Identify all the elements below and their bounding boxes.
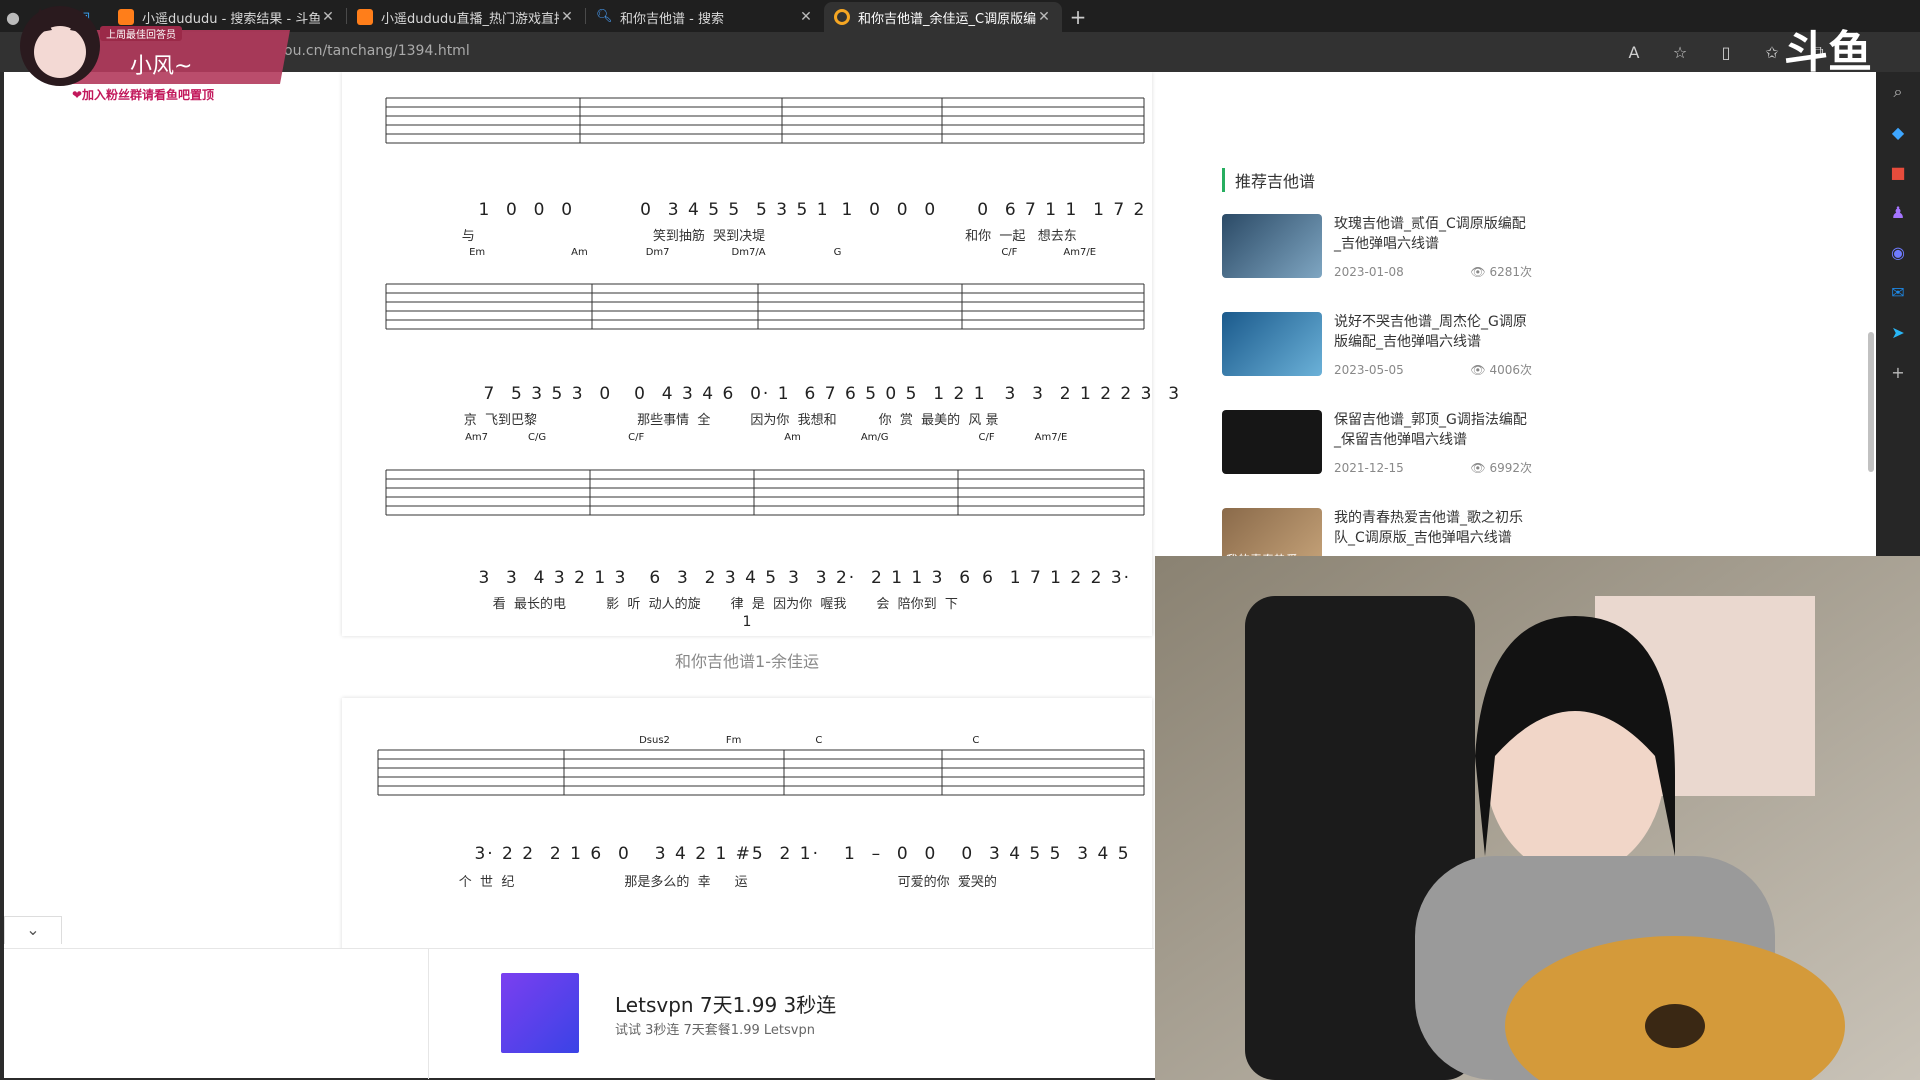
collapse-ad-button[interactable]: ⌄ — [4, 916, 62, 944]
recommend-date: 2021-12-15 — [1334, 461, 1404, 475]
toolbox-icon[interactable]: ■ — [1876, 152, 1920, 192]
recommend-item-title[interactable]: 保留吉他谱_郭顶_G调指法编配_保留吉他弹唱六线谱 — [1334, 410, 1532, 450]
douyu-logo: 斗鱼 — [1784, 16, 1872, 80]
ad-subtitle: 试试 3秒连 7天套餐1.99 Letsvpn — [615, 1023, 815, 1038]
favorites-icon[interactable]: ✩ — [1760, 40, 1784, 64]
streamer-camera — [1155, 556, 1920, 1080]
tag-icon[interactable]: ◆ — [1876, 112, 1920, 152]
thumbnail[interactable] — [1222, 214, 1322, 278]
recommend-item-title[interactable]: 我的青春热爱吉他谱_歌之初乐队_C调原版_吉他弹唱六线谱 — [1334, 508, 1532, 548]
recommend-item[interactable]: 玫瑰吉他谱_贰佰_C调原版编配_吉他弹唱六线谱 2023-01-08 👁 6281… — [1222, 214, 1532, 292]
tab-title: 和你吉他谱 - 搜索 — [620, 11, 724, 27]
page-scrollbar[interactable] — [1868, 332, 1874, 472]
add-icon[interactable]: + — [1876, 352, 1920, 392]
send-icon[interactable]: ➤ — [1876, 312, 1920, 352]
recommend-item[interactable]: 说好不哭吉他谱_周杰伦_G调原版编配_吉他弹唱六线谱 2023-05-05 👁 4… — [1222, 312, 1532, 390]
recommend-title: 推荐吉他谱 — [1222, 168, 1532, 192]
ad-logo-icon[interactable] — [501, 973, 579, 1053]
recommend-item-title[interactable]: 说好不哭吉他谱_周杰伦_G调原版编配_吉他弹唱六线谱 — [1334, 312, 1532, 352]
ad-panel[interactable]: Letsvpn 7天1.99 3秒连 试试 3秒连 7天套餐1.99 Letsv… — [428, 949, 1154, 1079]
view-count-value: 4006次 — [1489, 363, 1532, 377]
view-count-value: 6992次 — [1489, 461, 1532, 475]
streamer-name: 小风~ — [130, 54, 193, 79]
copilot-icon[interactable]: ◉ — [1876, 232, 1920, 272]
thumbnail[interactable] — [1222, 312, 1322, 376]
view-count-value: 6281次 — [1489, 265, 1532, 279]
camera-frame — [1155, 556, 1920, 1080]
tab-title: 小遥dududu直播_热门游戏直播_ — [381, 11, 559, 27]
close-tab-icon[interactable]: ✕ — [559, 9, 575, 25]
badge-subtitle: ❤加入粉丝群请看鱼吧置顶 — [72, 88, 215, 102]
logo-text: 斗鱼 — [1784, 27, 1872, 78]
view-count: 👁 6992次 — [1470, 461, 1532, 475]
url-field[interactable]: ou.cn/tanchang/1394.html — [284, 43, 470, 59]
recommend-item-title[interactable]: 玫瑰吉他谱_贰佰_C调原版编配_吉他弹唱六线谱 — [1334, 214, 1532, 254]
tab-notation — [385, 97, 1145, 516]
thumbnail[interactable] — [1222, 410, 1322, 474]
recommend-item[interactable]: 保留吉他谱_郭顶_G调指法编配_保留吉他弹唱六线谱 2021-12-15 👁 69… — [1222, 410, 1532, 488]
games-icon[interactable]: ♟ — [1876, 192, 1920, 232]
tab-douyu-live[interactable]: 小遥dududu直播_热门游戏直播_ ✕ — [347, 2, 585, 32]
streamer-badge: 上周最佳回答员 小风~ ❤加入粉丝群请看鱼吧置顶 — [0, 0, 300, 104]
view-count: 👁 4006次 — [1470, 363, 1532, 377]
tab-bing-search[interactable]: 🔍︎ 和你吉他谱 - 搜索 ✕ — [586, 2, 824, 32]
ad-title[interactable]: Letsvpn 7天1.99 3秒连 — [615, 989, 836, 1018]
close-tab-icon[interactable]: ✕ — [798, 9, 814, 25]
recommend-date: 2023-01-08 — [1334, 265, 1404, 279]
split-screen-icon[interactable]: ▯ — [1714, 40, 1738, 64]
search-icon: 🔍︎ — [596, 9, 613, 24]
read-aloud-icon[interactable]: A — [1622, 40, 1646, 64]
close-tab-icon[interactable]: ✕ — [1036, 9, 1052, 25]
favorite-star-icon[interactable]: ☆ — [1668, 40, 1692, 64]
tab-title: 和你吉他谱_余佳运_C调原版编配 — [858, 11, 1036, 27]
guitar-tab-sheet-1 — [342, 72, 1152, 636]
badge-banner-top: 上周最佳回答员 — [100, 26, 182, 41]
search-icon[interactable]: ⌕ — [1876, 72, 1920, 112]
ad-banner: Letsvpn 7天1.99 3秒连 试试 3秒连 7天套餐1.99 Letsv… — [4, 948, 1154, 1079]
view-count: 👁 6281次 — [1470, 265, 1532, 279]
recommend-panel: 推荐吉他谱 玫瑰吉他谱_贰佰_C调原版编配_吉他弹唱六线谱 2023-01-08… — [1222, 168, 1532, 606]
site-favicon-icon — [834, 9, 850, 25]
douyu-favicon-icon — [357, 9, 373, 25]
sheet-caption: 和你吉他谱1-余佳运 — [675, 652, 819, 671]
recommend-date: 2023-05-05 — [1334, 363, 1404, 377]
close-tab-icon[interactable]: ✕ — [320, 9, 336, 25]
outlook-icon[interactable]: ✉ — [1876, 272, 1920, 312]
tab-guitar-sheet[interactable]: 和你吉他谱_余佳运_C调原版编配 ✕ — [824, 2, 1062, 32]
new-tab-button[interactable]: + — [1062, 2, 1094, 32]
